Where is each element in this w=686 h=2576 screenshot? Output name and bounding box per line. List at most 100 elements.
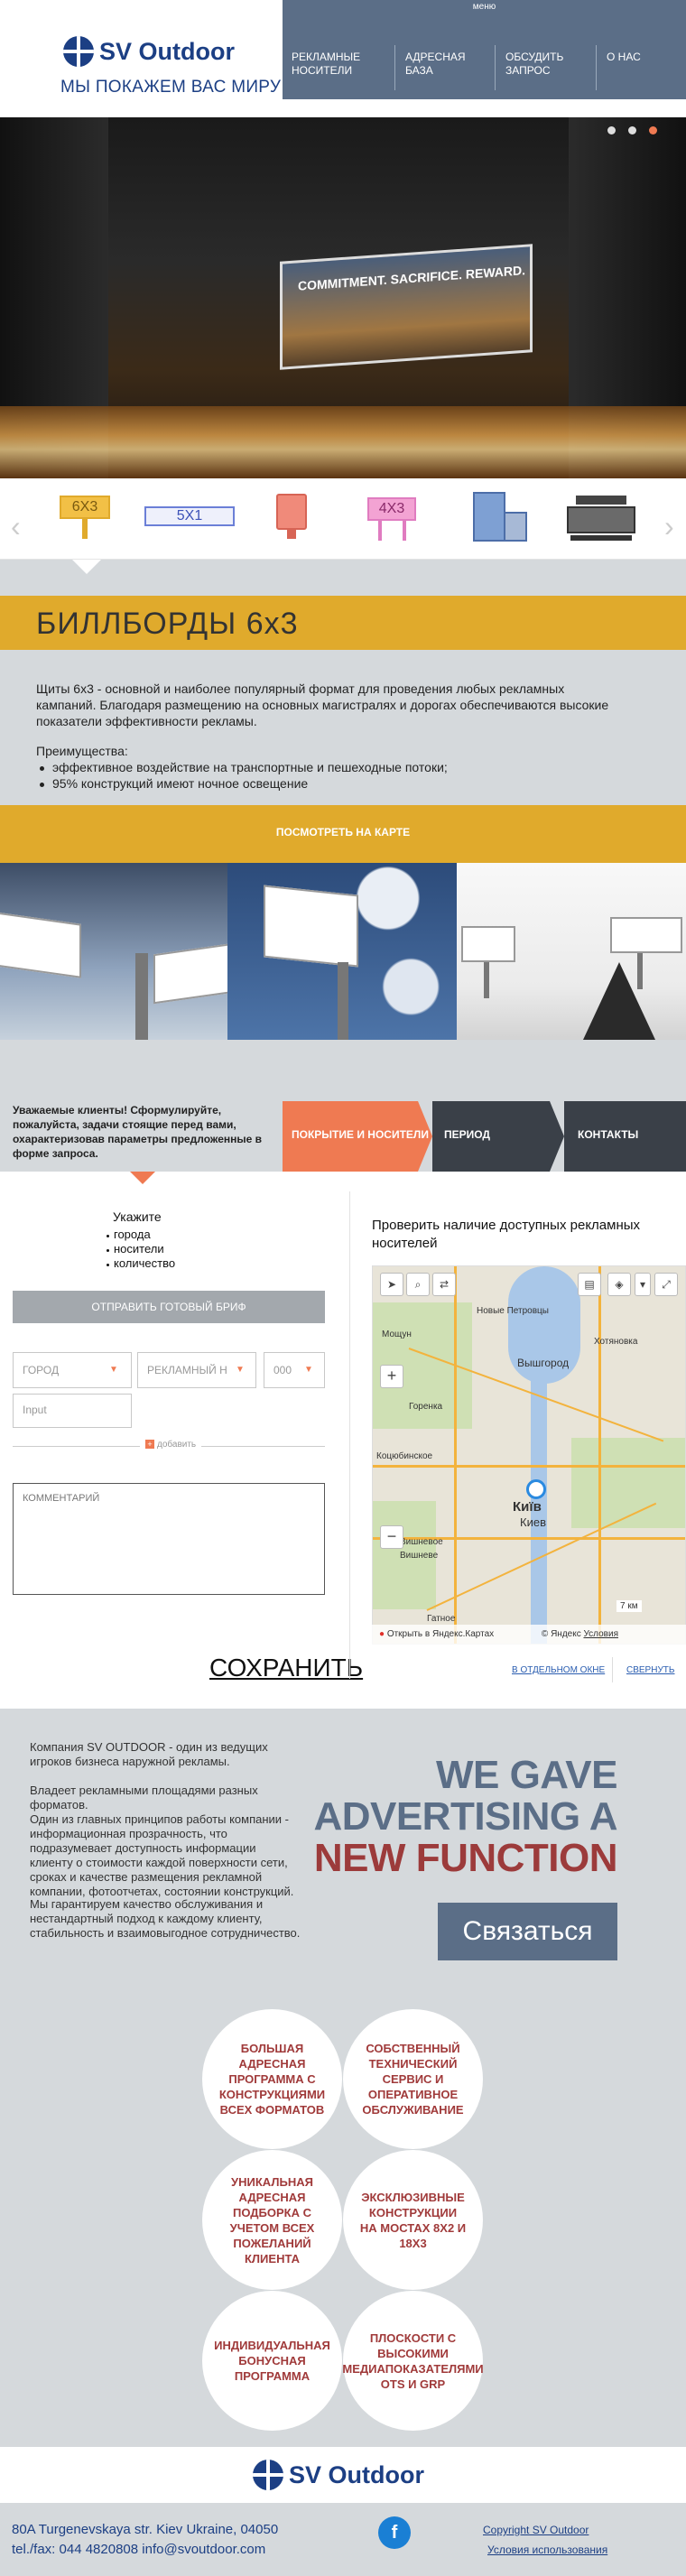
format-5x1[interactable]: 5X1 [144, 492, 235, 542]
page-title: БИЛЛБОРДЫ 6x3 [36, 607, 299, 641]
bus-base-icon [570, 535, 632, 541]
map-copyright: © Яндекс [541, 1629, 581, 1639]
chevron-down-icon[interactable]: ▾ [635, 1273, 651, 1296]
slider-dot-active[interactable] [649, 126, 657, 134]
extra-input[interactable]: Input [13, 1394, 132, 1428]
chevron-right-icon[interactable]: › [664, 510, 674, 543]
brief-pointer [130, 1172, 155, 1184]
about-paragraph: Мы гарантируем качество обслуживания и н… [30, 1897, 301, 1940]
advantage-item: эффективное воздействие на транспортные … [52, 760, 448, 774]
save-button[interactable]: СОХРАНИТЬ [209, 1654, 363, 1682]
contact-button[interactable]: Связаться [438, 1903, 617, 1960]
nav-divider [596, 45, 597, 90]
open-in-yandex-link[interactable]: Открыть в Яндекс.Картах [387, 1629, 494, 1639]
feature-circle: БОЛЬШАЯ АДРЕСНАЯ ПРОГРАММА С КОНСТРУКЦИЯ… [202, 2009, 342, 2149]
map-title: Проверить наличие доступных рекламных но… [372, 1218, 641, 1251]
map-terms-link[interactable]: Условия [583, 1629, 618, 1639]
yandex-map[interactable]: Новые Петровцы Хотяновка Мощун Вышгород … [372, 1265, 686, 1645]
lightbox-icon [473, 492, 505, 542]
map-scale: 7 км [616, 1600, 642, 1612]
format-citylight[interactable] [276, 492, 307, 542]
map-pin-icon[interactable] [526, 1479, 546, 1499]
billboard-photo-1 [0, 863, 227, 1040]
format-4x3-label: 4X3 [367, 497, 416, 521]
nav-item-address-base[interactable]: АДРЕСНАЯ БАЗА [405, 51, 468, 78]
about-paragraph: Владеет рекламными площадями разных форм… [30, 1784, 258, 1812]
nav-item-request[interactable]: ОБСУДИТЬ ЗАПРОС [505, 51, 578, 78]
comment-field[interactable]: КОММЕНТАРИЙ [13, 1483, 325, 1595]
facebook-icon[interactable]: f [378, 2516, 411, 2549]
headline-line-3: NEW FUNCTION [313, 1836, 618, 1880]
citylight-base-icon [287, 530, 296, 539]
citylight-icon [276, 494, 307, 530]
contact-line: tel./fax: 044 4820808 info@svoutdoor.com [12, 2542, 266, 2557]
nav-item-media[interactable]: РЕКЛАМНЫЕ НОСИТЕЛИ [292, 51, 364, 78]
cursor-icon[interactable]: ➤ [380, 1273, 403, 1296]
format-description: Щиты 6x3 - основной и наиболее популярны… [36, 681, 609, 728]
bullet-icon [40, 766, 44, 771]
zoom-out-button[interactable]: − [380, 1525, 403, 1549]
map-label: Горенка [409, 1402, 443, 1412]
format-transport[interactable] [567, 492, 635, 542]
collapse-link[interactable]: СВЕРНУТЬ [626, 1665, 674, 1675]
billboard-photo-2 [227, 863, 457, 1040]
format-4x3[interactable]: 4X3 [367, 492, 416, 542]
route-icon[interactable]: ⇄ [432, 1273, 456, 1296]
map-label: Вишневе [400, 1551, 439, 1561]
map-city-label: Київ [513, 1499, 542, 1515]
chevron-down-icon[interactable]: ▼ [105, 1352, 123, 1388]
brief-intro: Уважаемые клиенты! Сформулируйте, пожалу… [13, 1104, 263, 1160]
nav-divider [495, 45, 496, 90]
zoom-in-button[interactable]: + [380, 1365, 403, 1388]
footer-address: 80A Turgenevskaya str. Kiev Ukraine, 040… [12, 2520, 278, 2560]
feature-circle: ПЛОСКОСТИ С ВЫСОКИМИ МЕДИАПОКАЗАТЕЛЯМИ O… [342, 2291, 484, 2431]
feature-circle: ИНДИВИДУАЛЬНАЯ БОНУСНАЯ ПРОГРАММА [202, 2291, 342, 2431]
advantage-item: 95% конструкций имеют ночное освещение [52, 776, 309, 791]
map-label: Гатное [427, 1614, 456, 1624]
slider-dot[interactable] [607, 126, 616, 134]
header-logo[interactable]: SV Outdoor [63, 36, 235, 67]
form-list-item: количество [114, 1256, 176, 1270]
plus-icon: + [145, 1440, 154, 1449]
tab-arrow-icon [550, 1101, 564, 1172]
bullet-icon [107, 1249, 109, 1252]
footer-logo[interactable]: SV Outdoor [253, 2460, 424, 2490]
yandex-pin-icon: ● [379, 1629, 385, 1639]
add-label: добавить [157, 1440, 197, 1450]
format-6x3[interactable]: 6X3 [60, 492, 110, 542]
add-row-button[interactable]: + добавить [140, 1440, 202, 1450]
ruler-icon[interactable]: ▤ [578, 1273, 601, 1296]
layers-icon[interactable]: ◈ [607, 1273, 631, 1296]
show-on-map-button[interactable]: ПОСМОТРЕТЬ НА КАРТЕ [0, 826, 686, 839]
about-paragraph: Один из главных принципов работы компани… [30, 1812, 294, 1898]
search-icon[interactable]: ⌕ [406, 1273, 430, 1296]
map-footer: ● Открыть в Яндекс.Картах © Яндекс Услов… [372, 1625, 686, 1645]
address-line: 80A Turgenevskaya str. Kiev Ukraine, 040… [12, 2522, 279, 2537]
link-divider [612, 1657, 613, 1682]
main-menu [283, 0, 686, 99]
nav-item-about[interactable]: О НАС [607, 51, 661, 64]
chevron-down-icon[interactable]: ▼ [231, 1352, 249, 1388]
slider-dot[interactable] [628, 126, 636, 134]
tab-contacts-label: КОНТАКТЫ [578, 1128, 639, 1141]
map-label: Новые Петровцы [477, 1306, 549, 1316]
fullscreen-icon[interactable]: ⤢ [654, 1273, 678, 1296]
feature-circle: ЭКСКЛЮЗИВНЫЕ КОНСТРУКЦИИ НА МОСТАХ 8Х2 И… [343, 2150, 483, 2290]
copyright-link[interactable]: Copyright SV Outdoor [483, 2524, 589, 2536]
tab-coverage-label: ПОКРЫТИЕ И НОСИТЕЛИ [292, 1128, 429, 1141]
hero-slider[interactable]: COMMITMENT. SACRIFICE. REWARD. [0, 117, 686, 478]
tab-period-label: ПЕРИОД [444, 1128, 490, 1141]
tagline: МЫ ПОКАЖЕМ ВАС МИРУ [60, 78, 282, 97]
billboard-pole-icon [82, 519, 88, 539]
format-lightbox[interactable] [473, 492, 529, 542]
terms-link[interactable]: Условия использования [487, 2544, 607, 2556]
send-brief-button[interactable]: ОТПРАВИТЬ ГОТОВЫЙ БРИФ [13, 1291, 325, 1323]
chevron-left-icon[interactable]: ‹ [11, 510, 21, 543]
nav-divider [394, 45, 395, 90]
map-label: Коцюбинское [376, 1451, 433, 1461]
chevron-down-icon[interactable]: ▼ [300, 1352, 318, 1388]
footer-logo-text: SV Outdoor [289, 2460, 424, 2488]
headline-line-2: ADVERTISING A [313, 1794, 617, 1839]
open-new-window-link[interactable]: В ОТДЕЛЬНОМ ОКНЕ [512, 1665, 605, 1675]
building-icon [504, 512, 527, 542]
